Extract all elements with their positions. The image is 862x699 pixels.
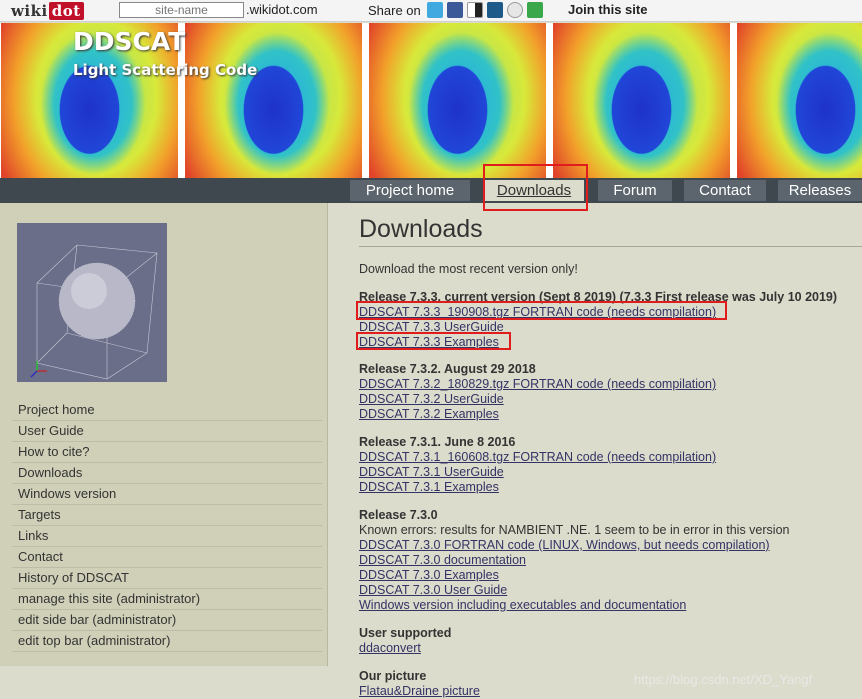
reddit-icon[interactable] [507, 2, 523, 18]
download-link[interactable]: DDSCAT 7.3.0 FORTRAN code (LINUX, Window… [359, 538, 770, 552]
site-name-input[interactable] [119, 2, 244, 18]
twitter-icon[interactable] [427, 2, 443, 18]
domain-suffix: .wikidot.com [246, 2, 318, 17]
nav-tab-downloads[interactable]: Downloads [484, 180, 584, 201]
sidebar-link-targets[interactable]: Targets [18, 507, 61, 522]
sidebar-link-project-home[interactable]: Project home [18, 402, 95, 417]
download-link[interactable]: DDSCAT 7.3.0 documentation [359, 553, 526, 567]
digg-icon[interactable] [487, 2, 503, 18]
sidebar-item[interactable]: edit top bar (administrator) [12, 631, 322, 652]
top-nav-bar: Project home Downloads Forum Contact Rel… [0, 178, 862, 203]
sidebar-link-how-to-cite[interactable]: How to cite? [18, 444, 90, 459]
sidebar-link-edit-top-bar[interactable]: edit top bar (administrator) [18, 633, 170, 648]
download-link[interactable]: DDSCAT 7.3.0 Examples [359, 568, 499, 582]
sidebar-link-windows-version[interactable]: Windows version [18, 486, 116, 501]
side-bar: Project home User Guide How to cite? Dow… [0, 203, 328, 666]
download-link[interactable]: DDSCAT 7.3.2_180829.tgz FORTRAN code (ne… [359, 377, 716, 391]
sidebar-link-manage-site[interactable]: manage this site (administrator) [18, 591, 200, 606]
sidebar-item[interactable]: How to cite? [12, 442, 322, 463]
nav-tab-project-home[interactable]: Project home [350, 180, 470, 201]
download-link[interactable]: DDSCAT 7.3.3_190908.tgz FORTRAN code (ne… [359, 305, 716, 319]
release-section: Release 7.3.3, current version (Sept 8 2… [359, 290, 862, 350]
sidebar-item[interactable]: History of DDSCAT [12, 568, 322, 589]
sidebar-link-user-guide[interactable]: User Guide [18, 423, 84, 438]
sidebar-link-edit-side-bar[interactable]: edit side bar (administrator) [18, 612, 176, 627]
logo-dot: dot [48, 2, 84, 20]
section-heading: User supported [359, 626, 452, 640]
sidebar-item[interactable]: Windows version [12, 484, 322, 505]
page-title: Downloads [359, 215, 862, 247]
download-link[interactable]: DDSCAT 7.3.1 UserGuide [359, 465, 504, 479]
release-section: Release 7.3.0 Known errors: results for … [359, 508, 862, 613]
sidebar-link-history[interactable]: History of DDSCAT [18, 570, 129, 585]
site-subtitle: Light Scattering Code [73, 61, 258, 79]
sidebar-item[interactable]: Links [12, 526, 322, 547]
nav-tab-releases[interactable]: Releases [778, 180, 862, 201]
side-menu: Project home User Guide How to cite? Dow… [12, 400, 322, 652]
stumbleupon-icon[interactable] [527, 2, 543, 18]
delicious-icon[interactable] [467, 2, 483, 18]
download-link[interactable]: Windows version including executables an… [359, 598, 686, 612]
nav-tab-contact[interactable]: Contact [684, 180, 766, 201]
join-site-link[interactable]: Join this site [568, 2, 647, 17]
sidebar-link-contact[interactable]: Contact [18, 549, 63, 564]
sidebar-item[interactable]: User Guide [12, 421, 322, 442]
sidebar-link-downloads[interactable]: Downloads [18, 465, 82, 480]
facebook-icon[interactable] [447, 2, 463, 18]
sidebar-item[interactable]: edit side bar (administrator) [12, 610, 322, 631]
banner-tile [185, 23, 362, 178]
download-link[interactable]: DDSCAT 7.3.2 UserGuide [359, 392, 504, 406]
download-link[interactable]: DDSCAT 7.3.3 Examples [359, 335, 499, 349]
sidebar-item[interactable]: Project home [12, 400, 322, 421]
download-link[interactable]: DDSCAT 7.3.0 User Guide [359, 583, 507, 597]
sidebar-item[interactable]: Targets [12, 505, 322, 526]
release-heading: Release 7.3.0 [359, 508, 438, 522]
wikidot-topbar: wikidot .wikidot.com Share on Join this … [0, 0, 862, 22]
header-banner: DDSCAT Light Scattering Code [0, 23, 862, 178]
download-link[interactable]: DDSCAT 7.3.2 Examples [359, 407, 499, 421]
sidebar-item[interactable]: Contact [12, 547, 322, 568]
main-content: Downloads Download the most recent versi… [359, 215, 862, 699]
sidebar-link-links[interactable]: Links [18, 528, 48, 543]
share-label: Share on [368, 3, 421, 18]
logo-text: wiki [11, 2, 48, 20]
download-link[interactable]: DDSCAT 7.3.1_160608.tgz FORTRAN code (ne… [359, 450, 716, 464]
release-section: Release 7.3.2. August 29 2018 DDSCAT 7.3… [359, 362, 862, 422]
banner-tile [737, 23, 862, 178]
wikidot-logo[interactable]: wiki dot [11, 2, 84, 20]
nav-tab-forum[interactable]: Forum [598, 180, 672, 201]
sidebar-item[interactable]: Downloads [12, 463, 322, 484]
sphere-target-image [17, 223, 167, 382]
ddaconvert-link[interactable]: ddaconvert [359, 641, 421, 655]
download-link[interactable]: DDSCAT 7.3.3 UserGuide [359, 320, 504, 334]
intro-text: Download the most recent version only! [359, 262, 578, 276]
release-heading: Release 7.3.1. June 8 2016 [359, 435, 516, 449]
site-title[interactable]: DDSCAT [73, 27, 185, 56]
release-section: Release 7.3.1. June 8 2016 DDSCAT 7.3.1_… [359, 435, 862, 495]
banner-tile [553, 23, 730, 178]
sidebar-item[interactable]: manage this site (administrator) [12, 589, 322, 610]
banner-tile [369, 23, 546, 178]
release-note: Known errors: results for NAMBIENT .NE. … [359, 523, 790, 537]
release-heading: Release 7.3.2. August 29 2018 [359, 362, 536, 376]
picture-link[interactable]: Flatau&Draine picture [359, 684, 480, 698]
release-heading: Release 7.3.3, current version (Sept 8 2… [359, 290, 838, 304]
watermark-text: https://blog.csdn.net/XD_Yangf [634, 672, 813, 687]
download-link[interactable]: DDSCAT 7.3.1 Examples [359, 480, 499, 494]
user-supported-section: User supported ddaconvert [359, 626, 862, 656]
